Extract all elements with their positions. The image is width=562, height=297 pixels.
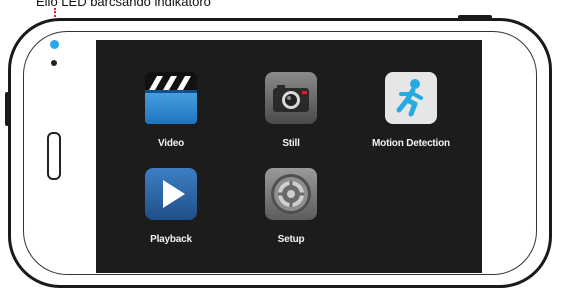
app-still[interactable]: Still — [236, 72, 346, 149]
camera-icon — [265, 72, 317, 124]
app-video[interactable]: Video — [116, 72, 226, 149]
clapperboard-icon — [145, 72, 197, 124]
app-label: Playback — [150, 234, 192, 245]
running-man-icon — [385, 72, 437, 124]
app-playback[interactable]: Playback — [116, 168, 226, 245]
status-led-blue — [50, 40, 59, 49]
side-button-top — [458, 15, 492, 19]
play-icon — [145, 168, 197, 220]
app-setup[interactable]: Setup — [236, 168, 346, 245]
gear-icon — [265, 168, 317, 220]
app-label: Setup — [277, 234, 305, 245]
app-motion-detection[interactable]: Motion Detection — [356, 72, 466, 149]
app-label: Video — [157, 138, 185, 149]
camera-lens — [51, 60, 57, 66]
app-label: Still — [282, 138, 300, 149]
home-screen: Video Still Motion Detection Playback Se… — [96, 40, 482, 273]
side-button-left — [5, 92, 9, 126]
led-callout-label: Ello LED barcsando indikatoro — [36, 0, 211, 9]
home-button[interactable] — [47, 132, 61, 180]
app-label: Motion Detection — [372, 138, 450, 149]
